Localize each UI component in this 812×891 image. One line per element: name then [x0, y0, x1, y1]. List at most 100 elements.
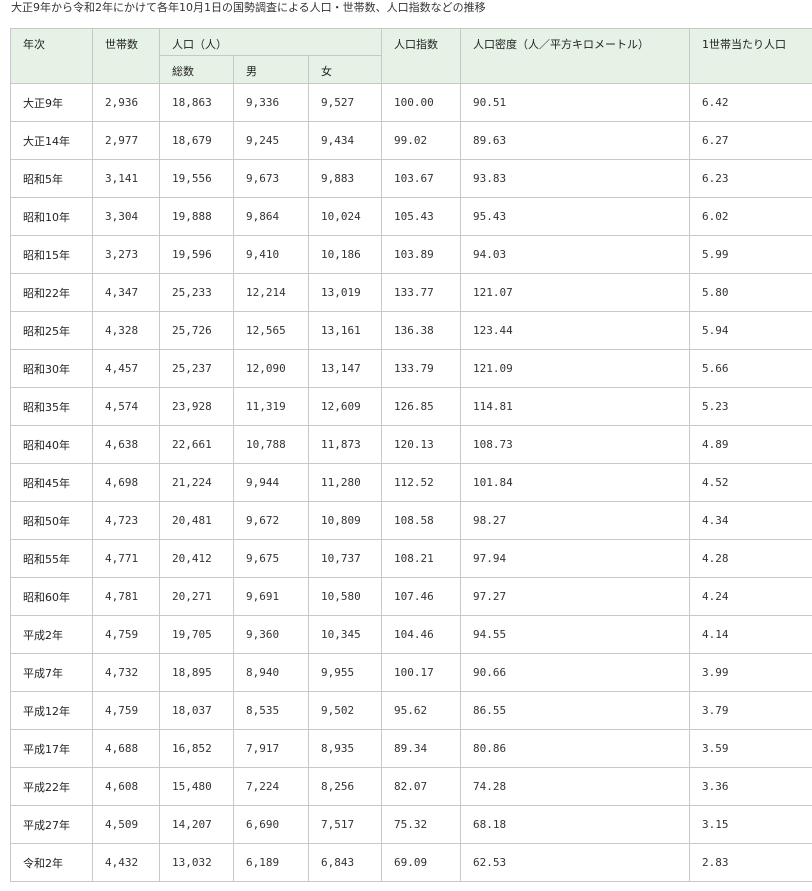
index-cell: 126.85	[381, 387, 462, 426]
year-cell: 昭和50年	[10, 501, 93, 540]
male-cell: 9,336	[233, 83, 309, 122]
households-cell: 4,723	[92, 501, 160, 540]
female-cell: 13,147	[307, 349, 383, 388]
total-cell: 20,481	[159, 501, 234, 540]
density-cell: 94.03	[460, 235, 691, 274]
female-cell: 10,737	[307, 539, 383, 578]
total-cell: 14,207	[159, 805, 234, 844]
households-cell: 3,273	[92, 235, 160, 274]
male-cell: 11,319	[233, 387, 309, 426]
per-household-cell: 4.14	[689, 615, 812, 654]
index-cell: 133.77	[381, 273, 462, 312]
index-cell: 100.17	[381, 653, 462, 692]
households-cell: 4,688	[92, 729, 160, 768]
male-cell: 9,410	[233, 235, 309, 274]
density-cell: 123.44	[460, 311, 691, 350]
total-cell: 18,037	[159, 691, 234, 730]
table-row: 昭和50年 4,723 20,481 9,672 10,809 108.58 98.27 4.…	[10, 501, 812, 540]
index-cell: 89.34	[381, 729, 462, 768]
index-cell: 107.46	[381, 577, 462, 616]
female-cell: 10,345	[307, 615, 383, 654]
total-cell: 25,237	[159, 349, 234, 388]
year-cell: 大正14年	[10, 121, 93, 160]
year-cell: 平成7年	[10, 653, 93, 692]
per-household-cell: 4.28	[689, 539, 812, 578]
female-cell: 11,280	[307, 463, 383, 502]
female-cell: 9,502	[307, 691, 383, 730]
table-row: 平成12年 4,759 18,037 8,535 9,502 95.62 86.55 3.79	[10, 691, 812, 730]
table-row: 昭和25年 4,328 25,726 12,565 13,161 136.38 123.44…	[10, 311, 812, 350]
year-cell: 昭和55年	[10, 539, 93, 578]
table-row: 昭和30年 4,457 25,237 12,090 13,147 133.79 121.09…	[10, 349, 812, 388]
index-cell: 104.46	[381, 615, 462, 654]
male-cell: 8,535	[233, 691, 309, 730]
year-cell: 昭和60年	[10, 577, 93, 616]
male-cell: 9,673	[233, 159, 309, 198]
female-cell: 11,873	[307, 425, 383, 464]
households-cell: 4,781	[92, 577, 160, 616]
index-cell: 103.89	[381, 235, 462, 274]
table-row: 大正9年 2,936 18,863 9,336 9,527 100.00 90.51 6.42	[10, 83, 812, 122]
table-row: 昭和22年 4,347 25,233 12,214 13,019 133.77 121.07…	[10, 273, 812, 312]
year-cell: 昭和25年	[10, 311, 93, 350]
total-cell: 19,596	[159, 235, 234, 274]
index-cell: 103.67	[381, 159, 462, 198]
male-cell: 9,675	[233, 539, 309, 578]
households-cell: 4,347	[92, 273, 160, 312]
per-household-cell: 2.83	[689, 843, 812, 882]
year-cell: 昭和22年	[10, 273, 93, 312]
year-cell: 昭和30年	[10, 349, 93, 388]
table-row: 昭和60年 4,781 20,271 9,691 10,580 107.46 97.27 4.…	[10, 577, 812, 616]
households-cell: 4,759	[92, 691, 160, 730]
index-cell: 99.02	[381, 121, 462, 160]
households-cell: 4,759	[92, 615, 160, 654]
male-cell: 9,672	[233, 501, 309, 540]
table-row: 平成27年 4,509 14,207 6,690 7,517 75.32 68.18 3.15	[10, 805, 812, 844]
table-row: 昭和35年 4,574 23,928 11,319 12,609 126.85 114.81…	[10, 387, 812, 426]
female-cell: 13,019	[307, 273, 383, 312]
female-cell: 6,843	[307, 843, 383, 882]
header-density: 人口密度（人／平方キロメートル）	[460, 28, 691, 84]
header-per-household: 1世帯当たり人口	[689, 28, 812, 84]
households-cell: 4,771	[92, 539, 160, 578]
header-total: 総数	[159, 55, 234, 84]
header-households: 世帯数	[92, 28, 160, 84]
female-cell: 10,580	[307, 577, 383, 616]
density-cell: 97.94	[460, 539, 691, 578]
total-cell: 19,556	[159, 159, 234, 198]
male-cell: 9,691	[233, 577, 309, 616]
per-household-cell: 5.99	[689, 235, 812, 274]
density-cell: 74.28	[460, 767, 691, 806]
density-cell: 62.53	[460, 843, 691, 882]
year-cell: 大正9年	[10, 83, 93, 122]
male-cell: 8,940	[233, 653, 309, 692]
table-header: 年次 世帯数 人口（人） 人口指数 人口密度（人／平方キロメートル） 1世帯当た…	[10, 28, 812, 84]
female-cell: 12,609	[307, 387, 383, 426]
total-cell: 22,661	[159, 425, 234, 464]
table-row: 令和2年 4,432 13,032 6,189 6,843 69.09 62.53 2.83	[10, 843, 812, 882]
per-household-cell: 5.94	[689, 311, 812, 350]
table-row: 昭和5年 3,141 19,556 9,673 9,883 103.67 93.83 6.23	[10, 159, 812, 198]
total-cell: 18,863	[159, 83, 234, 122]
table-row: 昭和55年 4,771 20,412 9,675 10,737 108.21 97.94 4.…	[10, 539, 812, 578]
total-cell: 16,852	[159, 729, 234, 768]
households-cell: 3,141	[92, 159, 160, 198]
total-cell: 15,480	[159, 767, 234, 806]
per-household-cell: 4.34	[689, 501, 812, 540]
year-cell: 昭和40年	[10, 425, 93, 464]
per-household-cell: 3.59	[689, 729, 812, 768]
total-cell: 25,233	[159, 273, 234, 312]
male-cell: 6,189	[233, 843, 309, 882]
per-household-cell: 4.52	[689, 463, 812, 502]
density-cell: 97.27	[460, 577, 691, 616]
per-household-cell: 6.23	[689, 159, 812, 198]
total-cell: 23,928	[159, 387, 234, 426]
households-cell: 2,936	[92, 83, 160, 122]
households-cell: 3,304	[92, 197, 160, 236]
density-cell: 101.84	[460, 463, 691, 502]
density-cell: 98.27	[460, 501, 691, 540]
index-cell: 82.07	[381, 767, 462, 806]
per-household-cell: 6.42	[689, 83, 812, 122]
female-cell: 10,186	[307, 235, 383, 274]
per-household-cell: 5.66	[689, 349, 812, 388]
